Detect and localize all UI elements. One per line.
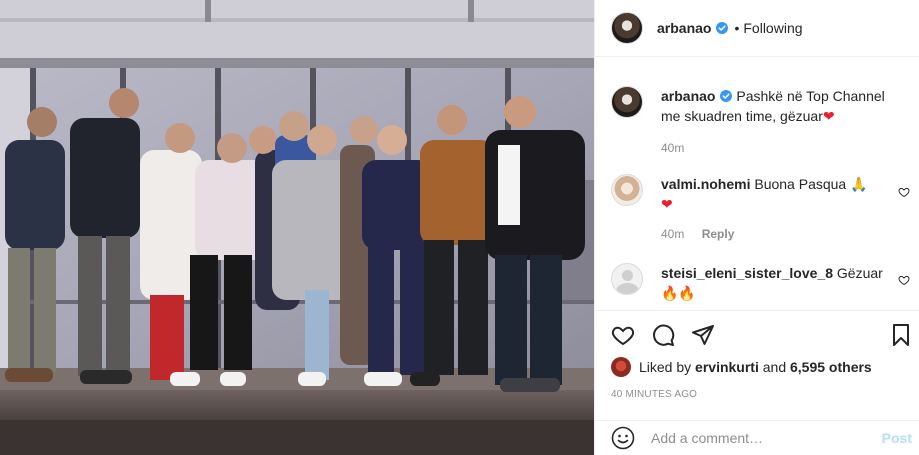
red-heart-emoji: ❤ <box>822 108 835 124</box>
author-avatar[interactable] <box>611 12 643 44</box>
likes-prefix: Liked by <box>639 359 692 375</box>
comments-list: arbanao Pashkë në Top Channel me skuadre… <box>595 58 919 310</box>
smiley-icon[interactable] <box>611 426 635 450</box>
comment-body: valmi.nohemi Buona Pasqua 🙏 ❤ 40m Reply <box>661 174 906 244</box>
post-actions: Liked by ervinkurti and 6,595 others 40 … <box>595 310 919 420</box>
share-icon[interactable] <box>691 323 715 347</box>
liker-username[interactable]: ervinkurti <box>695 359 759 375</box>
group-photo-image <box>0 0 594 455</box>
add-comment-bar: Add a comment… Post <box>595 420 919 455</box>
author-username[interactable]: arbanao <box>657 20 711 36</box>
post-side-panel: arbanao • Following arbanao Pashkë në To… <box>594 0 919 455</box>
post-timestamp[interactable]: 40 MINUTES AGO <box>611 389 697 400</box>
comment-text: Buona Pasqua <box>754 176 847 192</box>
comment-avatar[interactable] <box>611 174 643 206</box>
like-comment-heart-icon[interactable] <box>898 186 910 198</box>
post-photo[interactable] <box>0 0 594 455</box>
praying-hands-emoji: 🙏 <box>850 176 868 192</box>
likes-count[interactable]: 6,595 others <box>790 359 872 375</box>
caption-avatar[interactable] <box>611 86 643 118</box>
post-comment-button[interactable]: Post <box>882 430 912 446</box>
comment-text: Gëzuar <box>836 265 883 281</box>
post-header: arbanao • Following <box>595 0 919 57</box>
heart-icon[interactable] <box>611 323 635 347</box>
verified-badge-icon <box>720 90 733 102</box>
comment-row: steisi_eleni_sister_love_8 Gëzuar 🔥🔥 <box>611 263 911 303</box>
caption-body: arbanao Pashkë në Top Channel me skuadre… <box>661 86 906 158</box>
caption-meta: 40m <box>661 138 906 158</box>
action-icons-bar <box>611 323 909 349</box>
caption-username[interactable]: arbanao <box>661 88 715 104</box>
comment-body: steisi_eleni_sister_love_8 Gëzuar 🔥🔥 <box>661 263 906 303</box>
following-button[interactable]: Following <box>743 20 802 36</box>
comment-meta: 40m Reply <box>661 224 906 244</box>
header-separator: • <box>734 20 740 36</box>
bookmark-icon[interactable] <box>889 323 913 347</box>
reply-button[interactable]: Reply <box>702 227 735 241</box>
like-comment-heart-icon[interactable] <box>898 274 910 286</box>
likes-summary: Liked by ervinkurti and 6,595 others <box>611 357 872 377</box>
comment-username[interactable]: valmi.nohemi <box>661 176 750 192</box>
comment-username[interactable]: steisi_eleni_sister_love_8 <box>661 265 833 281</box>
red-heart-emoji: ❤ <box>661 196 673 212</box>
caption-time[interactable]: 40m <box>661 141 684 155</box>
comment-row: valmi.nohemi Buona Pasqua 🙏 ❤ 40m Reply <box>611 174 911 244</box>
fire-emoji: 🔥🔥 <box>661 285 696 301</box>
comment-avatar[interactable] <box>611 263 643 295</box>
verified-badge-icon <box>716 22 729 34</box>
likes-and: and <box>762 359 787 375</box>
comment-icon[interactable] <box>651 323 675 347</box>
comment-input[interactable]: Add a comment… <box>651 430 882 446</box>
liker-avatar[interactable] <box>611 357 631 377</box>
comment-time[interactable]: 40m <box>661 227 684 241</box>
caption-row: arbanao Pashkë në Top Channel me skuadre… <box>611 86 911 158</box>
